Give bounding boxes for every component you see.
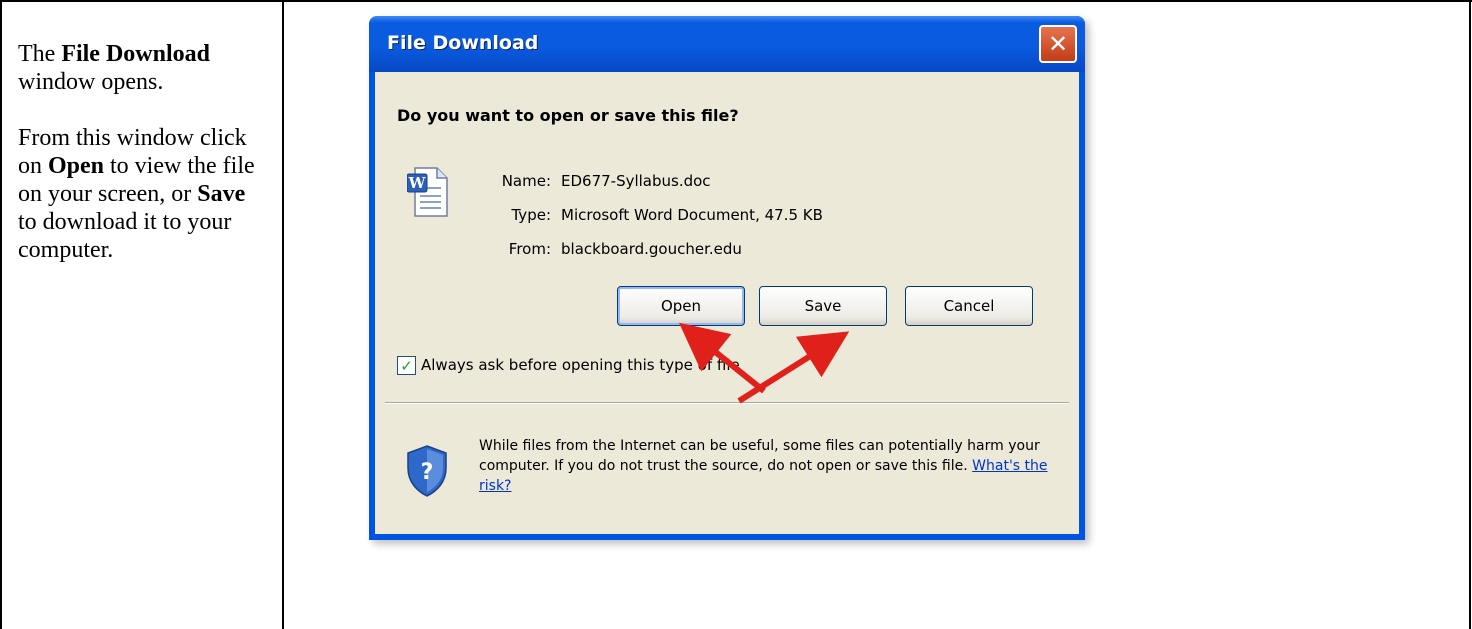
dialog-title-bar[interactable]: File Download ✕ bbox=[369, 16, 1085, 72]
table-column-divider bbox=[282, 0, 284, 629]
always-ask-checkbox[interactable]: ✓ bbox=[397, 356, 416, 375]
warning-text-span: While files from the Internet can be use… bbox=[479, 438, 1040, 474]
instruction-bold-open: Open bbox=[48, 153, 105, 179]
name-label: Name: bbox=[501, 172, 551, 190]
type-label: Type: bbox=[511, 206, 551, 224]
dialog-body: Do you want to open or save this file? W… bbox=[375, 72, 1079, 534]
file-download-dialog: File Download ✕ Do you want to open or s… bbox=[369, 16, 1085, 540]
table-left-border bbox=[0, 0, 2, 629]
instruction-paragraph-2: From this window click on Open to view t… bbox=[18, 124, 268, 264]
close-icon: ✕ bbox=[1047, 30, 1069, 58]
save-button[interactable]: Save bbox=[759, 286, 887, 326]
svg-text:W: W bbox=[408, 174, 427, 192]
dialog-title: File Download bbox=[387, 32, 539, 54]
instruction-paragraph-1: The File Download window opens. bbox=[18, 40, 268, 96]
from-label: From: bbox=[508, 240, 551, 258]
instruction-text-span: to download it to your computer. bbox=[18, 209, 232, 263]
instruction-bold-file-download: File Download bbox=[61, 41, 210, 67]
security-warning-text: While files from the Internet can be use… bbox=[479, 436, 1049, 496]
checkmark-icon: ✓ bbox=[400, 356, 413, 375]
close-button[interactable]: ✕ bbox=[1039, 25, 1077, 63]
always-ask-label[interactable]: Always ask before opening this type of f… bbox=[421, 356, 740, 374]
dialog-question: Do you want to open or save this file? bbox=[397, 106, 739, 125]
word-document-icon: W bbox=[407, 167, 448, 217]
file-name-value: ED677-Syllabus.doc bbox=[561, 172, 711, 190]
instruction-bold-save: Save bbox=[197, 181, 246, 207]
instruction-text-span: window opens. bbox=[18, 69, 164, 95]
separator bbox=[385, 402, 1069, 404]
instruction-text-span: The bbox=[18, 41, 62, 67]
svg-text:?: ? bbox=[421, 460, 434, 485]
open-button[interactable]: Open bbox=[617, 286, 745, 326]
file-type-value: Microsoft Word Document, 47.5 KB bbox=[561, 206, 823, 224]
security-shield-question-icon: ? bbox=[407, 445, 447, 497]
table-right-border bbox=[1469, 0, 1471, 629]
cancel-button[interactable]: Cancel bbox=[905, 286, 1033, 326]
file-source-value: blackboard.goucher.edu bbox=[561, 240, 742, 258]
table-top-border bbox=[0, 0, 1472, 2]
instruction-text: The File Download window opens. From thi… bbox=[18, 40, 268, 292]
